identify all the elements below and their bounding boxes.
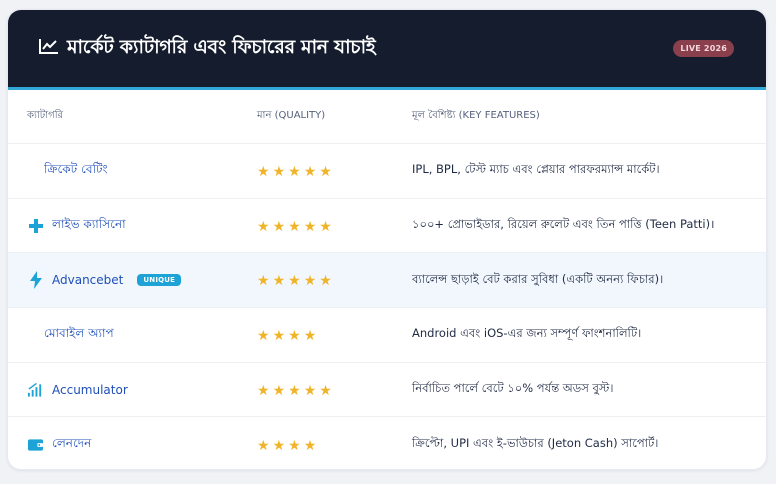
market-quality-card: মার্কেট ক্যাটাগরি এবং ফিচারের মান যাচাই … (7, 9, 767, 470)
star-icon: ★ (303, 217, 317, 234)
feature-text: Android এবং iOS-এর জন্য সম্পূর্ণ ফাংশনাল… (412, 326, 642, 341)
trend-line-icon (39, 38, 59, 59)
table-header: ক্যাটাগরি মান (QUALITY) মূল বৈশিষ্ট্য (K… (8, 90, 766, 144)
table-row: মোবাইল অ্যাপ ★ ★ ★ ★ Android এবং iOS-এর জন্… (8, 308, 766, 363)
category-name: Accumulator (52, 382, 128, 397)
star-icon: ★ (257, 326, 270, 343)
category-cell: Accumulator (27, 381, 128, 398)
star-icon: ★ (272, 217, 286, 234)
feature-text: IPL, BPL, টেস্ট ম্যাচ এবং প্লেয়ার পারফর… (412, 162, 660, 177)
category-cell: মোবাইল অ্যাপ (27, 325, 114, 345)
star-icon: ★ (288, 162, 301, 179)
star-icon: ★ (257, 272, 270, 289)
star-rating: ★ ★ ★ ★ ★ (257, 219, 332, 233)
star-icon: ★ (257, 217, 270, 234)
category-cell: লাইভ ক্যাসিনো (27, 216, 126, 236)
table-row: Advancebet UNIQUE ★ ★ ★ ★ ★ ব্যালেন্স ছাড়াই… (8, 253, 766, 309)
feature-text: ব্যালেন্স ছাড়াই বেট করার সুবিধা (একটি অ… (412, 271, 664, 286)
table-row: লেনদেন ★ ★ ★ ★ ক্রিপ্টো, UPI এবং ই-ভাউচার (… (8, 417, 766, 469)
star-icon: ★ (319, 381, 332, 398)
star-icon: ★ (272, 272, 286, 289)
star-rating: ★ ★ ★ ★ (257, 438, 316, 452)
star-icon: ★ (272, 162, 286, 179)
star-icon: ★ (257, 436, 270, 453)
unique-badge: UNIQUE (137, 274, 182, 287)
column-quality: মান (QUALITY) (257, 110, 326, 121)
header-title: মার্কেট ক্যাটাগরি এবং ফিচারের মান যাচাই (39, 33, 376, 65)
star-icon: ★ (288, 217, 301, 234)
card-header: মার্কেট ক্যাটাগরি এবং ফিচারের মান যাচাই … (8, 10, 766, 90)
page-title: মার্কেট ক্যাটাগরি এবং ফিচারের মান যাচাই (67, 35, 376, 58)
category-cell: ক্রিকেট বেটিং (27, 161, 108, 181)
plus-icon (27, 217, 44, 234)
star-icon: ★ (303, 162, 317, 179)
star-icon: ★ (303, 436, 317, 453)
star-icon: ★ (319, 217, 332, 234)
star-icon: ★ (257, 381, 270, 398)
category-cell: Advancebet UNIQUE (27, 271, 182, 290)
feature-text: ১০০+ প্রোভাইডার, রিয়েল রুলেট এবং তিন পা… (412, 217, 715, 232)
star-icon: ★ (288, 272, 301, 289)
category-name: লেনদেন (52, 435, 92, 450)
star-rating: ★ ★ ★ ★ ★ (257, 383, 332, 397)
feature-text: নির্বাচিত পার্লে বেটে ১০% পর্যন্ত অডস বু… (412, 381, 614, 396)
star-icon: ★ (272, 436, 286, 453)
table-row: Accumulator ★ ★ ★ ★ ★ নির্বাচিত পার্লে বেটে … (8, 363, 766, 418)
star-icon: ★ (288, 436, 301, 453)
column-category: ক্যাটাগরি (27, 110, 64, 121)
category-name: ক্রিকেট বেটিং (44, 161, 108, 176)
star-icon: ★ (257, 162, 270, 179)
star-icon: ★ (319, 272, 332, 289)
star-icon: ★ (303, 326, 317, 343)
star-icon: ★ (319, 162, 332, 179)
column-features: মূল বৈশিষ্ট্য (KEY FEATURES) (412, 110, 540, 121)
category-name: লাইভ ক্যাসিনো (52, 216, 126, 231)
star-icon: ★ (272, 381, 286, 398)
star-rating: ★ ★ ★ ★ (257, 328, 316, 342)
live-badge: LIVE 2026 (673, 40, 734, 57)
star-rating: ★ ★ ★ ★ ★ (257, 164, 332, 178)
category-cell: লেনদেন (27, 435, 91, 455)
wallet-icon (27, 436, 44, 453)
star-rating: ★ ★ ★ ★ ★ (257, 273, 332, 287)
star-icon: ★ (303, 381, 317, 398)
star-icon: ★ (272, 326, 286, 343)
category-name: Advancebet (52, 273, 124, 288)
table-row: ক্রিকেট বেটিং ★ ★ ★ ★ ★ IPL, BPL, টেস্ট ম্যা… (8, 144, 766, 199)
category-name: মোবাইল অ্যাপ (44, 325, 114, 340)
star-icon: ★ (288, 381, 301, 398)
table-row: লাইভ ক্যাসিনো ★ ★ ★ ★ ★ ১০০+ প্রোভাইডার, রিয… (8, 199, 766, 254)
bolt-icon (27, 271, 44, 290)
star-icon: ★ (288, 326, 301, 343)
star-icon: ★ (303, 272, 317, 289)
feature-text: ক্রিপ্টো, UPI এবং ই-ভাউচার (Jeton Cash) … (412, 436, 659, 451)
chart-bars-icon (27, 381, 44, 398)
